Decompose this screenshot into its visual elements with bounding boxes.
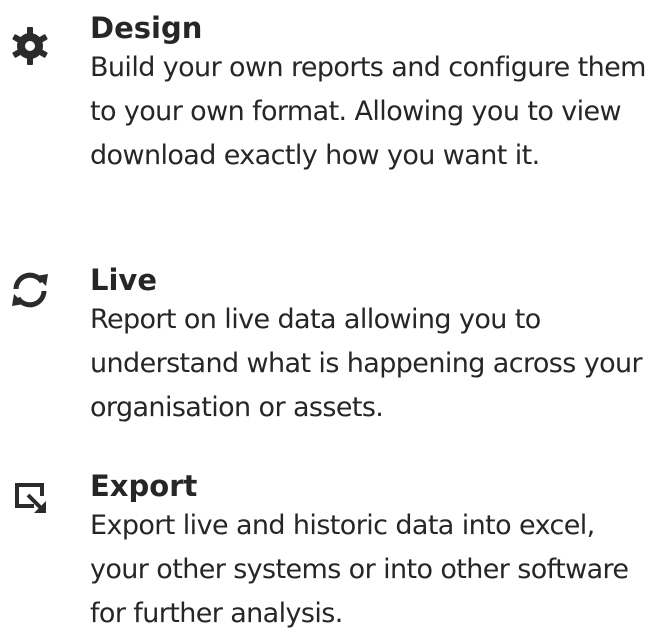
feature-design: Design Build your own reports and config… [0,10,650,178]
export-icon [8,474,52,518]
feature-title: Design [90,11,203,45]
gear-icon [8,24,52,68]
feature-live: Live Report on live data allowing you to… [0,262,650,430]
feature-title: Live [90,263,157,297]
feature-description: Build your own reports and configure the… [90,52,646,171]
feature-description: Report on live data allowing you to unde… [90,304,643,423]
refresh-icon [8,268,52,312]
feature-export: Export Export live and historic data int… [0,468,650,636]
feature-description: Export live and historic data into excel… [90,510,629,629]
feature-title: Export [90,469,198,503]
